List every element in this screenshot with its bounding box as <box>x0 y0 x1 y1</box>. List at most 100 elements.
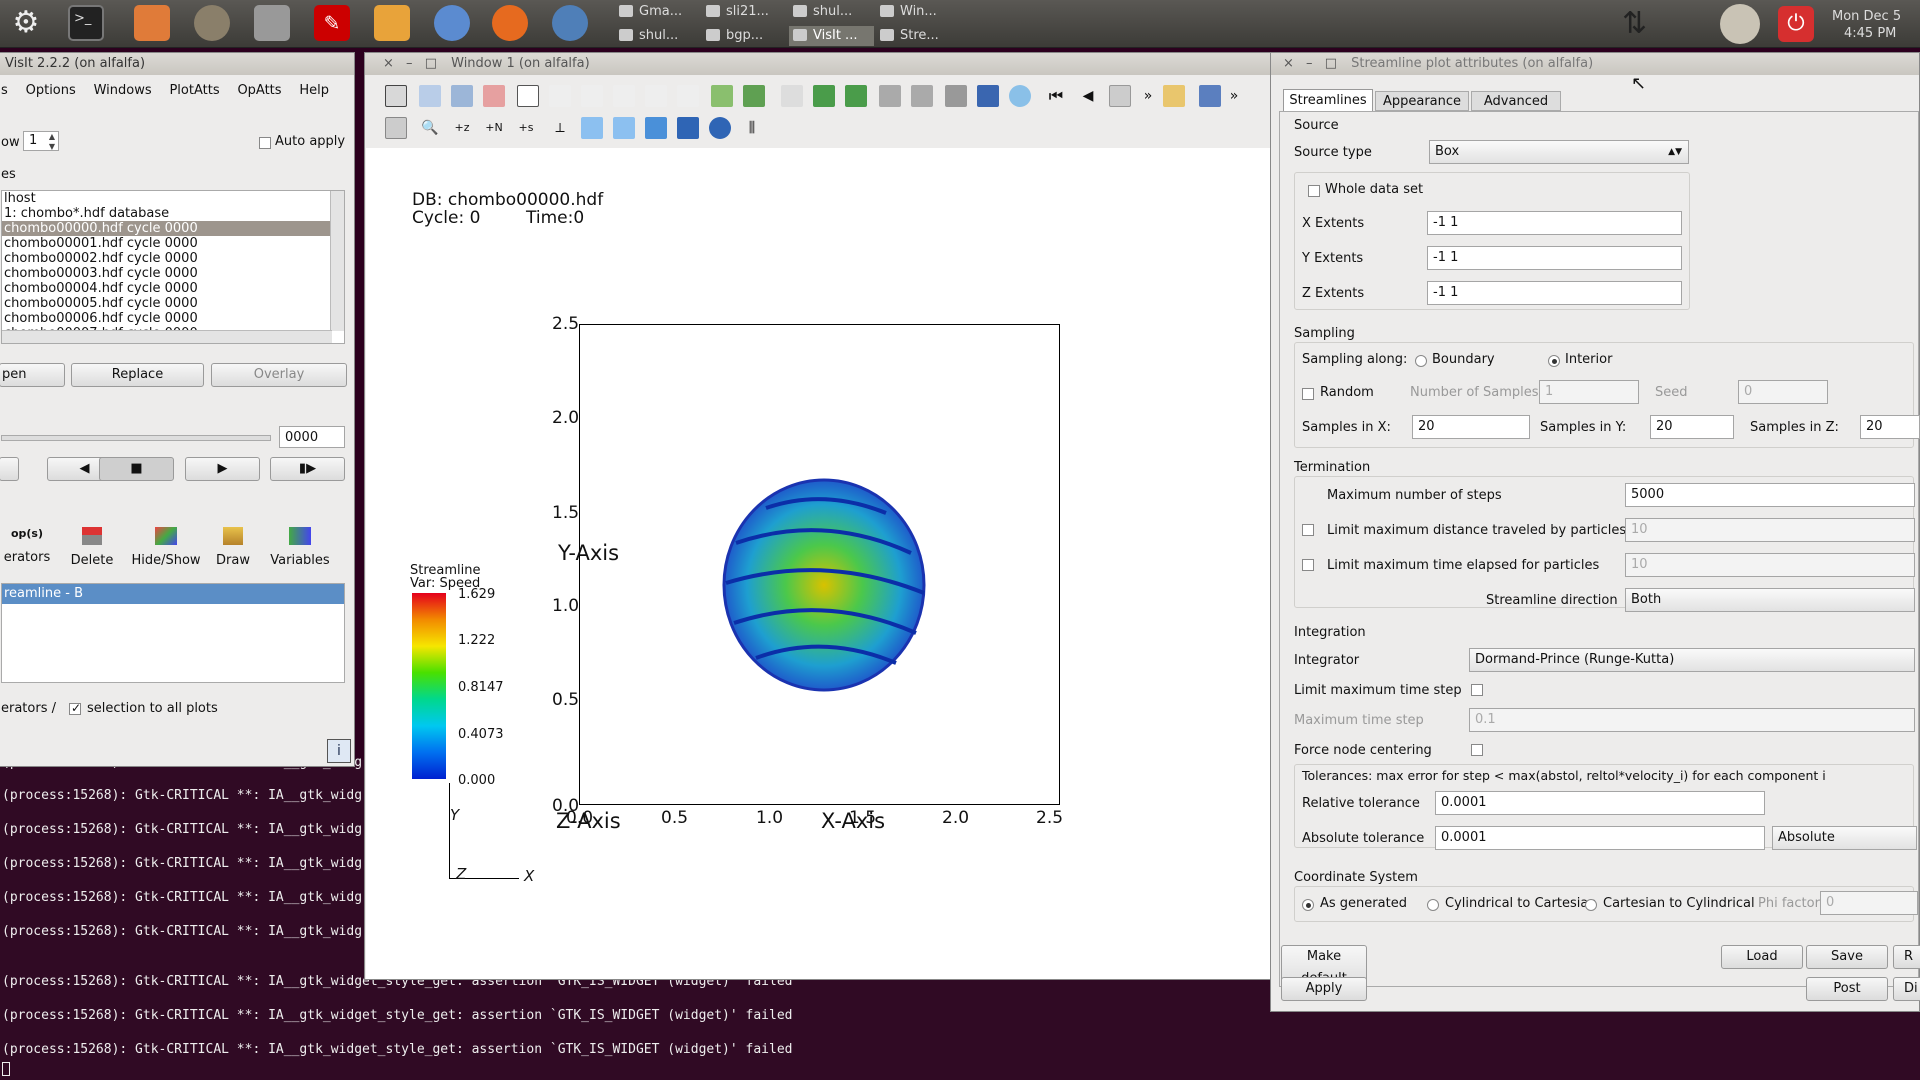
absolute-mode-select[interactable]: Absolute <box>1772 826 1917 850</box>
reset-button[interactable]: R <box>1893 945 1920 969</box>
box-icon[interactable] <box>781 85 803 107</box>
window-spinbox[interactable]: 1 ▲ ▼ <box>23 131 59 151</box>
line-icon[interactable] <box>581 117 603 139</box>
window-info-icon[interactable] <box>1163 85 1185 107</box>
replace-button[interactable]: Replace <box>71 363 204 387</box>
list-item[interactable]: chombo00002.hdf cycle 0000 <box>2 251 344 266</box>
limit-distance-checkbox[interactable] <box>1302 524 1314 536</box>
task-item[interactable]: Stre... <box>876 26 961 46</box>
force-node-checkbox[interactable] <box>1471 744 1483 756</box>
menu-item[interactable]: s <box>1 83 8 98</box>
task-item[interactable]: sli21... <box>702 2 787 22</box>
horizontal-scrollbar[interactable] <box>2 330 332 343</box>
user-icon[interactable] <box>1720 4 1760 44</box>
next-button[interactable]: ▮▶ <box>270 457 345 481</box>
task-item[interactable]: shul... <box>789 2 874 22</box>
spreadsheet-pick-icon[interactable]: +s <box>515 117 537 139</box>
list-item[interactable]: lhost <box>2 191 344 206</box>
auto-apply-checkbox[interactable] <box>259 137 271 149</box>
undo-view-icon[interactable] <box>845 85 867 107</box>
presentation-icon[interactable] <box>374 5 410 41</box>
limit-time-field[interactable]: 10 <box>1625 553 1915 577</box>
more-2-icon[interactable]: » <box>1223 85 1245 107</box>
delete-window-icon[interactable] <box>483 85 505 107</box>
max-steps-field[interactable]: 5000 <box>1625 483 1915 507</box>
dismiss-button[interactable]: Di <box>1893 977 1920 1001</box>
close-icon[interactable]: × <box>1283 56 1294 71</box>
plot-list[interactable]: reamline - B <box>1 583 345 683</box>
plot-list-item[interactable]: reamline - B <box>2 584 344 604</box>
navigate-icon[interactable] <box>385 117 407 139</box>
pdf-reader-icon[interactable]: ✎ <box>314 5 350 41</box>
maximize-icon[interactable]: □ <box>1325 56 1337 71</box>
time-slider[interactable] <box>1 435 271 441</box>
task-item[interactable]: shul... <box>615 26 700 46</box>
as-generated-radio[interactable] <box>1302 899 1314 911</box>
spin-arrows-icon[interactable]: ▲ ▼ <box>47 132 57 150</box>
sphere-icon[interactable] <box>709 117 731 139</box>
variables-tool[interactable]: Variables <box>265 523 335 573</box>
more-icon[interactable]: » <box>1137 85 1159 107</box>
power-icon[interactable]: ⏻ <box>1778 6 1814 42</box>
maximize-icon[interactable]: □ <box>425 56 437 71</box>
step-back-icon[interactable]: ◀ <box>1077 85 1099 107</box>
camera-icon[interactable] <box>879 85 901 107</box>
interior-radio[interactable] <box>1548 355 1560 367</box>
play-button[interactable]: ▶ <box>185 457 260 481</box>
plane-icon[interactable] <box>613 117 635 139</box>
menu-plotatts[interactable]: PlotAtts <box>169 83 219 98</box>
source-type-select[interactable]: Box ▲▼ <box>1429 140 1689 164</box>
new-window-icon[interactable] <box>419 85 441 107</box>
clock[interactable]: Mon Dec 5 4:45 PM <box>1832 8 1901 42</box>
layout-1-icon[interactable] <box>517 85 539 107</box>
sliders-icon[interactable]: ⫼ <box>741 117 763 139</box>
limit-time-checkbox[interactable] <box>1302 559 1314 571</box>
reverse-icon[interactable]: ⏮ <box>1045 85 1067 107</box>
cart-to-cyl-radio[interactable] <box>1585 899 1597 911</box>
x-extents-field[interactable]: -1 1 <box>1427 211 1682 235</box>
list-item[interactable]: chombo00004.hdf cycle 0000 <box>2 281 344 296</box>
samples-z-field[interactable]: 20 <box>1860 415 1920 439</box>
file-list[interactable]: lhost 1: chombo*.hdf database chombo0000… <box>1 190 345 344</box>
menu-options[interactable]: Options <box>26 83 76 98</box>
layout-9-icon[interactable] <box>645 85 667 107</box>
lock-view-icon[interactable] <box>1199 85 1221 107</box>
previous-button[interactable]: ◀ <box>0 457 19 481</box>
tab-advanced[interactable]: Advanced <box>1471 91 1561 111</box>
list-item[interactable]: chombo00003.hdf cycle 0000 <box>2 266 344 281</box>
open-button[interactable]: pen <box>0 363 65 387</box>
samples-y-field[interactable]: 20 <box>1650 415 1734 439</box>
chromium-icon[interactable] <box>434 5 470 41</box>
num-samples-field[interactable]: 1 <box>1539 380 1639 404</box>
menu-help[interactable]: Help <box>299 83 329 98</box>
cyl-to-cart-radio[interactable] <box>1427 899 1439 911</box>
absolute-tolerance-field[interactable]: 0.0001 <box>1435 826 1765 850</box>
seed-field[interactable]: 0 <box>1738 380 1828 404</box>
operators-tool[interactable]: op(s) erators <box>1 523 53 573</box>
integrator-select[interactable]: Dormand-Prince (Runge-Kutta) <box>1469 648 1915 672</box>
globe-icon[interactable] <box>1009 85 1031 107</box>
limit-distance-field[interactable]: 10 <box>1625 518 1915 542</box>
random-checkbox[interactable] <box>1302 388 1314 400</box>
node-pick-icon[interactable]: +N <box>483 117 505 139</box>
list-item[interactable]: chombo00005.hdf cycle 0000 <box>2 296 344 311</box>
y-extents-field[interactable]: -1 1 <box>1427 246 1682 270</box>
minimize-icon[interactable]: – <box>406 56 413 71</box>
network-icon[interactable]: ⇅ <box>1622 6 1647 42</box>
draw-tool[interactable]: Draw <box>207 523 259 573</box>
list-item[interactable]: 1: chombo*.hdf database <box>2 206 344 221</box>
stop-icon[interactable] <box>1109 85 1131 107</box>
recenter-icon[interactable] <box>813 85 835 107</box>
layout-2-icon[interactable] <box>549 85 571 107</box>
task-item[interactable]: Gma... <box>615 2 700 22</box>
relative-tolerance-field[interactable]: 0.0001 <box>1435 791 1765 815</box>
apply-button[interactable]: Apply <box>1281 977 1367 1001</box>
overlay-button[interactable]: Overlay <box>211 363 347 387</box>
cube-icon[interactable] <box>677 117 699 139</box>
save-view-icon[interactable] <box>945 85 967 107</box>
terminal-icon[interactable]: >_ <box>68 5 104 41</box>
thunderbird-icon[interactable] <box>552 5 588 41</box>
menu-windows[interactable]: Windows <box>94 83 152 98</box>
spin-icon[interactable] <box>743 85 765 107</box>
camera-2-icon[interactable] <box>911 85 933 107</box>
